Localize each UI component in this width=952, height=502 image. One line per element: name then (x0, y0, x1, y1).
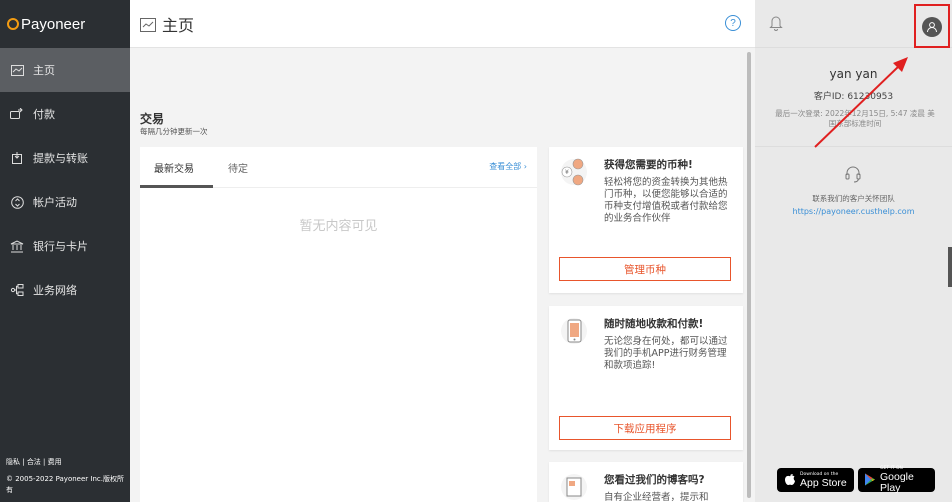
promo-title: 您看过我们的博客吗? (604, 474, 705, 486)
user-name: yan yan (829, 67, 878, 81)
logo-text: Payoneer (21, 15, 86, 33)
google-play-text: Google Play (880, 471, 914, 494)
help-icon[interactable]: ? (725, 15, 741, 31)
sidebar: Payoneer 主页 付款 提款与转账 帐户活动 银行与卡片 业务网络 隐私 … (0, 0, 130, 502)
promo-card-currency: ¥ 获得您需要的币种! 轻松将您的资金转换为其他热门币种，以便您能够以合适的币种… (549, 147, 743, 293)
payment-icon (10, 107, 24, 121)
currency-exchange-icon: ¥ (559, 155, 589, 189)
empty-state: 暂无内容可见 (299, 219, 378, 234)
app-store-badge[interactable]: Download on the App Store (777, 468, 854, 492)
sidebar-item-activity[interactable]: 帐户活动 (0, 180, 130, 224)
legal-link[interactable]: 合法 (27, 458, 41, 466)
transactions-tabs: 最新交易 待定 查看全部 › (140, 147, 537, 188)
avatar-highlight (914, 4, 950, 48)
transactions-subtitle: 每隔几分钟更新一次 (140, 127, 208, 136)
blog-icon (559, 470, 589, 502)
google-play-icon (864, 471, 876, 490)
dashboard-icon (140, 17, 156, 32)
promo-title: 获得您需要的币种! (604, 159, 693, 171)
promo-description: 无论您身在何处，都可以通过我们的手机APP进行财务管理和款项追踪! (604, 336, 728, 371)
tab-pending[interactable]: 待定 (228, 160, 248, 175)
withdraw-icon (10, 151, 24, 165)
sidebar-item-label: 业务网络 (33, 284, 77, 297)
sidebar-item-label: 主页 (33, 64, 55, 77)
promo-description: 自有企业经营者，提示和 (604, 492, 709, 502)
profile-panel: yan yan 客户ID: 61230953 最后一次登录: 2022年12月1… (755, 0, 952, 502)
sidebar-footer: 隐私 | 合法 | 费用 © 2005-2022 Payoneer Inc.版权… (6, 457, 126, 496)
home-icon (10, 63, 24, 77)
support-link[interactable]: https://payoneer.custhelp.com (755, 207, 952, 216)
promo-card-blog: 您看过我们的博客吗? 自有企业经营者，提示和 (549, 462, 743, 502)
mobile-app-icon (559, 314, 589, 348)
app-store-text: App Store (800, 476, 847, 489)
svg-text:¥: ¥ (565, 169, 569, 176)
logo-ring-icon (7, 18, 19, 30)
profile-panel-header (755, 0, 952, 48)
page-title: 主页 (162, 15, 195, 35)
transactions-card: 最新交易 待定 查看全部 › 暂无内容可见 (140, 147, 537, 502)
transactions-title: 交易 (140, 112, 165, 126)
network-icon (10, 283, 24, 297)
sidebar-item-label: 帐户活动 (33, 196, 77, 209)
divider (755, 146, 952, 147)
bank-icon (10, 239, 24, 253)
main-content: 交易 每隔几分钟更新一次 最新交易 待定 查看全部 › 暂无内容可见 ¥ 获得您… (130, 48, 755, 502)
sidebar-item-network[interactable]: 业务网络 (0, 268, 130, 312)
support-label: 联系我们的客户关怀团队 (812, 194, 895, 203)
promo-title: 随时随地收款和付款! (604, 318, 704, 330)
promo-card-mobile: 随时随地收款和付款! 无论您身在何处，都可以通过我们的手机APP进行财务管理和款… (549, 306, 743, 450)
headset-icon (845, 165, 861, 187)
footer-links: 隐私 | 合法 | 费用 (6, 458, 62, 466)
sidebar-item-label: 银行与卡片 (33, 240, 88, 253)
promo-description: 轻松将您的资金转换为其他热门币种，以便您能够以合适的币种支付增值税或者付款给您的… (604, 177, 728, 224)
sidebar-item-payments[interactable]: 付款 (0, 92, 130, 136)
scrollbar[interactable] (747, 52, 751, 498)
google-play-badge[interactable]: GET IT ON Google Play (858, 466, 935, 494)
download-app-button[interactable]: 下载应用程序 (559, 416, 731, 440)
customer-id: 客户ID: 61230953 (813, 92, 894, 102)
manage-currencies-button[interactable]: 管理币种 (559, 257, 731, 281)
copyright: © 2005-2022 Payoneer Inc.版权所有 (6, 475, 124, 494)
page-header: 主页 ? (130, 0, 755, 48)
activity-icon (10, 195, 24, 209)
sidebar-item-label: 提款与转账 (33, 152, 88, 165)
sidebar-item-bank[interactable]: 银行与卡片 (0, 224, 130, 268)
payoneer-logo[interactable]: Payoneer (0, 0, 130, 48)
sidebar-item-home[interactable]: 主页 (0, 48, 130, 92)
user-avatar-icon[interactable] (922, 17, 942, 37)
active-tab-indicator (140, 185, 213, 188)
tab-latest-transactions[interactable]: 最新交易 (154, 160, 194, 175)
sidebar-item-label: 付款 (33, 108, 55, 121)
privacy-link[interactable]: 隐私 (6, 458, 20, 466)
fees-link[interactable]: 费用 (48, 458, 62, 466)
notification-bell-icon[interactable] (769, 15, 783, 35)
sidebar-item-withdraw[interactable]: 提款与转账 (0, 136, 130, 180)
last-login: 最后一次登录: 2022年12月15日, 5:47 凌晨 美国东部标准时间 (775, 109, 935, 128)
side-drawer-handle[interactable] (948, 247, 952, 287)
apple-icon (784, 471, 796, 490)
view-all-link[interactable]: 查看全部 › (489, 161, 527, 172)
